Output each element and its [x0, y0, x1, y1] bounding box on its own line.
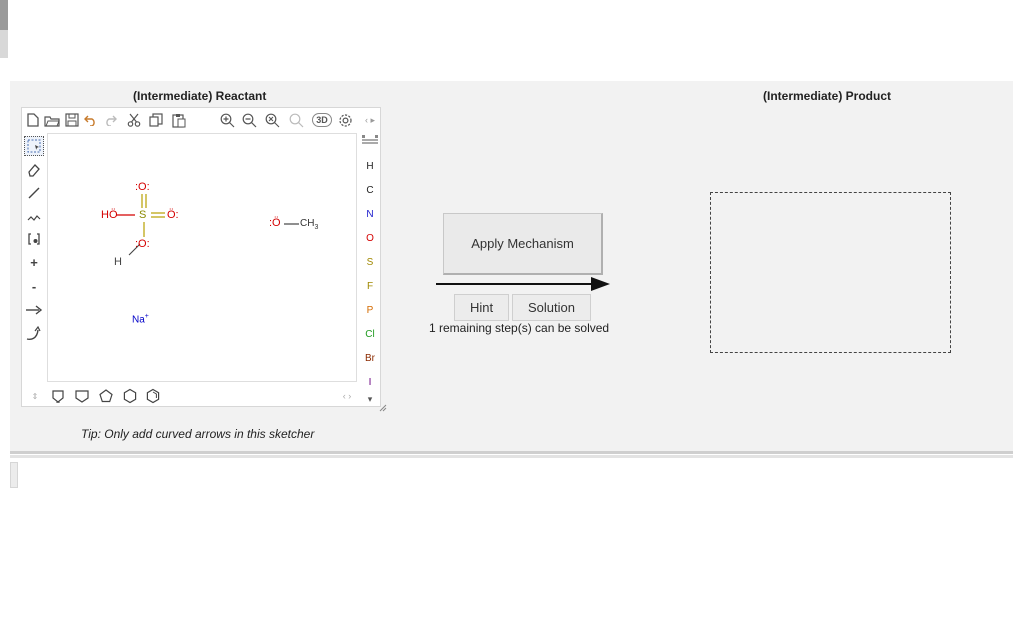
cut-icon[interactable]: [126, 112, 142, 128]
bracket-tool-icon[interactable]: [24, 229, 44, 249]
periodic-table-icon[interactable]: [359, 134, 381, 152]
section-divider: [10, 455, 1013, 458]
window-edge-marker: [0, 0, 8, 30]
atom-sodium[interactable]: Na+: [132, 313, 149, 325]
atom-oxygen-bottom[interactable]: :O:: [135, 238, 150, 250]
toolbar-scroll-icon[interactable]: ‹ ▸: [362, 112, 378, 128]
reactant-heading: (Intermediate) Reactant: [133, 89, 267, 103]
element-c-button[interactable]: C: [359, 182, 381, 200]
element-f-button[interactable]: F: [359, 278, 381, 296]
zoom-out-icon[interactable]: [241, 112, 257, 128]
element-scroll-icon[interactable]: ▾: [359, 390, 381, 408]
drawing-canvas[interactable]: :O: HÖ S Ö: :O: H :Ö CH3 Na+: [47, 133, 357, 382]
remaining-steps-text: 1 remaining step(s) can be solved: [429, 321, 610, 335]
atom-oxygen-top[interactable]: :O:: [135, 181, 150, 193]
tip-text: Tip: Only add curved arrows in this sket…: [81, 427, 315, 441]
atom-hydrogen[interactable]: H: [114, 256, 122, 268]
sketcher-bottom-toolbar: ⇕ ‹ ›: [22, 384, 358, 408]
methyl-subscript: 3: [314, 224, 319, 231]
template-scroll-icon[interactable]: ⇕: [26, 387, 44, 405]
element-o-button[interactable]: O: [359, 230, 381, 248]
element-cl-button[interactable]: Cl: [359, 326, 381, 344]
element-h-button[interactable]: H: [359, 158, 381, 176]
apply-mechanism-button[interactable]: Apply Mechanism: [443, 213, 603, 275]
template-benzene-icon[interactable]: [49, 387, 67, 405]
reaction-arrow: [436, 277, 610, 291]
redo-icon[interactable]: [102, 112, 118, 128]
curved-arrow-icon[interactable]: [24, 324, 44, 344]
eraser-icon[interactable]: [24, 160, 44, 180]
element-br-button[interactable]: Br: [359, 350, 381, 368]
copy-icon[interactable]: [148, 112, 164, 128]
zoom-reset-icon[interactable]: [264, 112, 280, 128]
template-next-icon[interactable]: ‹ ›: [338, 387, 356, 405]
hint-button[interactable]: Hint: [454, 294, 509, 321]
sketcher-right-toolbar: H C N O S F P Cl Br I ▾: [359, 132, 381, 408]
charge-minus-button[interactable]: -: [24, 276, 44, 296]
solution-button[interactable]: Solution: [512, 294, 591, 321]
template-cyclopentane-icon[interactable]: [97, 387, 115, 405]
element-p-button[interactable]: P: [359, 302, 381, 320]
sodium-charge: +: [144, 313, 149, 320]
bond-layer: [116, 194, 299, 256]
charge-plus-button[interactable]: +: [24, 252, 44, 272]
atom-methyl[interactable]: CH3: [300, 218, 318, 231]
zoom-fit-icon[interactable]: [288, 112, 304, 128]
methyl-label: CH: [300, 218, 315, 229]
sketcher-top-toolbar: 3D ‹ ▸: [22, 108, 382, 132]
settings-icon[interactable]: [337, 112, 353, 128]
sodium-label: Na: [132, 314, 145, 326]
lower-panel-tab[interactable]: [10, 462, 18, 488]
chain-tool-icon[interactable]: [24, 206, 44, 226]
product-drop-zone[interactable]: [710, 192, 951, 353]
product-heading: (Intermediate) Product: [763, 89, 892, 103]
sketcher-left-toolbar: + -: [22, 132, 46, 382]
window-edge-marker-lower: [0, 30, 8, 58]
new-document-icon[interactable]: [25, 112, 41, 128]
template-benzene-ring-icon[interactable]: [144, 387, 162, 405]
open-icon[interactable]: [44, 112, 60, 128]
resize-handle-icon[interactable]: [379, 404, 387, 412]
element-n-button[interactable]: N: [359, 206, 381, 224]
template-cyclobutane-icon[interactable]: [73, 387, 91, 405]
zoom-in-icon[interactable]: [219, 112, 235, 128]
atom-hydroxyl[interactable]: HÖ: [101, 209, 118, 221]
select-tool-icon[interactable]: [24, 136, 44, 156]
save-icon[interactable]: [64, 112, 80, 128]
atom-methanol-oxygen[interactable]: :Ö: [269, 217, 281, 229]
atom-sulfur[interactable]: S: [139, 209, 146, 221]
reaction-arrow-icon[interactable]: [24, 300, 44, 320]
element-s-button[interactable]: S: [359, 254, 381, 272]
atom-oxygen-right[interactable]: Ö:: [167, 209, 179, 221]
reactant-sketcher: 3D ‹ ▸ + -:O: HÖ S Ö::O: H:Ö CH3 Na+ …: [21, 107, 381, 407]
template-cyclohexane-icon[interactable]: [121, 387, 139, 405]
undo-icon[interactable]: [83, 112, 99, 128]
3d-view-button[interactable]: 3D: [312, 113, 332, 127]
bond-tool-icon[interactable]: [24, 183, 44, 203]
paste-icon[interactable]: [171, 112, 187, 128]
